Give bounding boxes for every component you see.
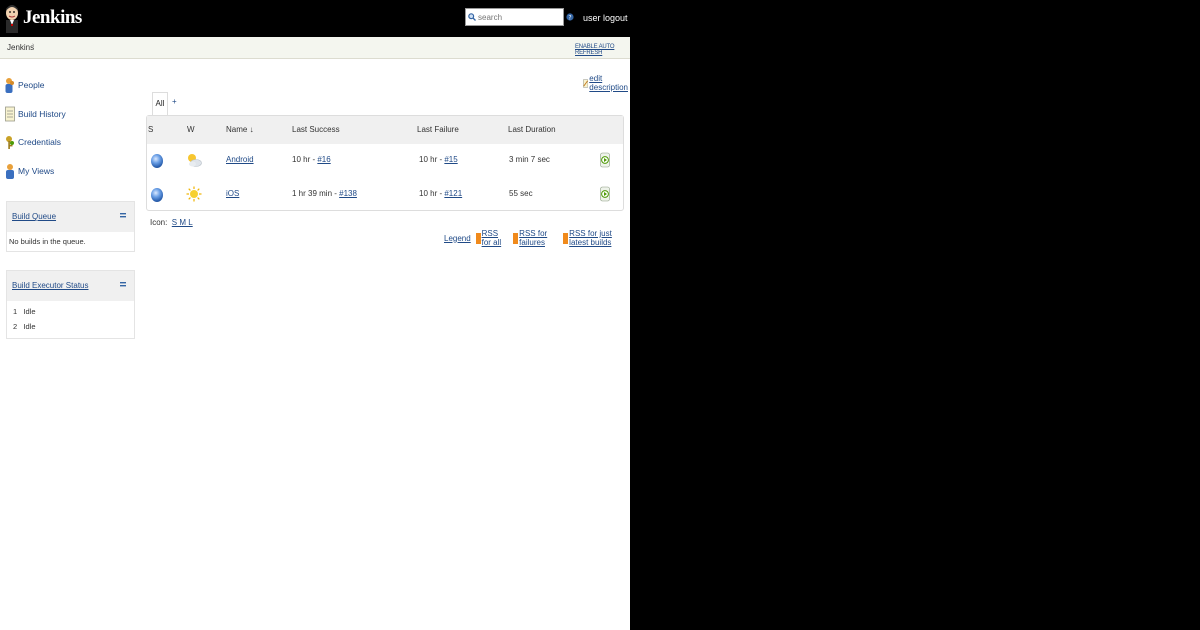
legend-link[interactable]: Legend (444, 234, 471, 243)
column-name[interactable]: Name ↓ (226, 125, 254, 134)
status-ball-icon[interactable] (151, 188, 163, 202)
last-success-time: 10 hr - (292, 155, 318, 164)
icon-size-options[interactable]: S M L (172, 218, 193, 227)
last-failure-time: 10 hr - (419, 155, 445, 164)
task-people[interactable]: People (5, 77, 44, 93)
executor-row: 1 Idle (7, 301, 134, 316)
last-duration: 55 sec (509, 189, 533, 198)
executor-status-title[interactable]: Build Executor Status (12, 281, 88, 290)
status-ball-icon[interactable] (151, 154, 163, 168)
rss-icon (513, 232, 519, 244)
last-duration: 3 min 7 sec (509, 155, 550, 164)
build-queue-pane: Build Queue No builds in the queue. (6, 201, 135, 252)
task-people-label[interactable]: People (18, 80, 44, 90)
column-last-success[interactable]: Last Success (292, 125, 340, 134)
rss-failures-link[interactable]: RSS for failures (519, 229, 558, 247)
executor-state: Idle (23, 322, 36, 331)
last-failure-build-link[interactable]: #15 (444, 155, 457, 164)
build-queue-header: Build Queue (7, 202, 134, 232)
last-success-time: 1 hr 39 min - (292, 189, 340, 198)
rss-all-link[interactable]: RSS for all (482, 229, 509, 247)
enable-auto-refresh-link[interactable]: ENABLE AUTO REFRESH (575, 44, 630, 56)
rss-icon (563, 232, 569, 244)
column-status[interactable]: S (148, 125, 153, 134)
jenkins-dashboard: Jenkins ? user logout Jenkins › ENABLE A… (0, 0, 630, 630)
table-row: iOS 1 hr 39 min - #138 10 hr - #121 55 s… (147, 178, 623, 212)
last-success-build-link[interactable]: #138 (339, 189, 357, 198)
rss-icon (475, 232, 481, 244)
logout-link[interactable]: logout (603, 13, 628, 23)
last-success-build-link[interactable]: #16 (317, 155, 330, 164)
build-queue-empty: No builds in the queue. (9, 237, 86, 246)
search-box[interactable] (465, 8, 564, 26)
rss-links: Legend RSS for all RSS for failures RSS … (444, 229, 630, 247)
svg-text:?: ? (568, 14, 571, 21)
column-last-failure[interactable]: Last Failure (417, 125, 459, 134)
executor-row: 2 Idle (7, 316, 134, 331)
job-name: Android (226, 155, 254, 164)
table-row: Android 10 hr - #16 10 hr - #15 3 min 7 … (147, 144, 623, 178)
rss-latest-link[interactable]: RSS for just latest builds (569, 229, 630, 247)
jobs-table: S W Name ↓ Last Success Last Failure Las… (146, 115, 624, 211)
schedule-build-icon[interactable] (600, 152, 610, 168)
cloudy-sun-icon[interactable] (186, 152, 202, 168)
executor-state: Idle (23, 307, 36, 316)
people-icon (5, 78, 14, 93)
task-my-views-label[interactable]: My Views (18, 166, 54, 176)
logo-text: Jenkins (23, 7, 82, 28)
icon-size-selector: Icon: S M L (150, 218, 193, 227)
last-success-cell: 1 hr 39 min - #138 (292, 189, 357, 198)
icon-size-label: Icon: (150, 218, 168, 227)
collapse-icon[interactable] (120, 213, 126, 218)
tab-all[interactable]: All (152, 92, 168, 115)
jenkins-butler-icon (6, 5, 18, 33)
search-icon (468, 13, 476, 21)
search-input[interactable] (476, 10, 558, 24)
executor-number: 2 (13, 322, 18, 331)
column-last-duration[interactable]: Last Duration (508, 125, 556, 134)
breadcrumb: Jenkins › ENABLE AUTO REFRESH (0, 37, 630, 59)
executor-number: 1 (13, 307, 18, 316)
executor-status-header: Build Executor Status (7, 271, 134, 301)
breadcrumb-jenkins[interactable]: Jenkins (7, 43, 34, 52)
job-name: iOS (226, 189, 239, 198)
last-success-cell: 10 hr - #16 (292, 155, 331, 164)
last-failure-cell: 10 hr - #15 (419, 155, 458, 164)
edit-description[interactable]: edit description (583, 74, 630, 92)
jobs-table-header: S W Name ↓ Last Success Last Failure Las… (147, 116, 623, 144)
jenkins-logo[interactable]: Jenkins (4, 3, 82, 33)
task-build-history-label[interactable]: Build History (18, 109, 66, 119)
header-bar: Jenkins ? user logout (0, 0, 630, 37)
column-weather[interactable]: W (187, 125, 195, 134)
sunny-icon[interactable] (186, 186, 202, 202)
last-failure-time: 10 hr - (419, 189, 445, 198)
task-my-views[interactable]: My Views (5, 163, 54, 179)
add-view-tab[interactable]: + (172, 97, 177, 106)
edit-description-link[interactable]: edit description (589, 74, 630, 92)
job-link-ios[interactable]: iOS (226, 189, 239, 198)
last-failure-cell: 10 hr - #121 (419, 189, 462, 198)
breadcrumb-arrow-icon[interactable]: › (32, 42, 34, 49)
last-failure-build-link[interactable]: #121 (444, 189, 462, 198)
user-icon (6, 164, 14, 179)
task-credentials-label[interactable]: Credentials (18, 137, 61, 147)
help-icon[interactable]: ? (566, 12, 574, 22)
executor-status-pane: Build Executor Status 1 Idle 2 Idle (6, 270, 135, 339)
edit-icon (583, 78, 589, 88)
notepad-icon (5, 106, 15, 122)
collapse-icon[interactable] (120, 282, 126, 287)
schedule-build-icon[interactable] (600, 186, 610, 202)
task-credentials[interactable]: Credentials (5, 134, 61, 150)
user-link[interactable]: user (583, 13, 601, 23)
build-queue-title[interactable]: Build Queue (12, 212, 56, 221)
job-link-android[interactable]: Android (226, 155, 254, 164)
task-build-history[interactable]: Build History (5, 106, 66, 122)
credentials-icon (6, 136, 14, 149)
